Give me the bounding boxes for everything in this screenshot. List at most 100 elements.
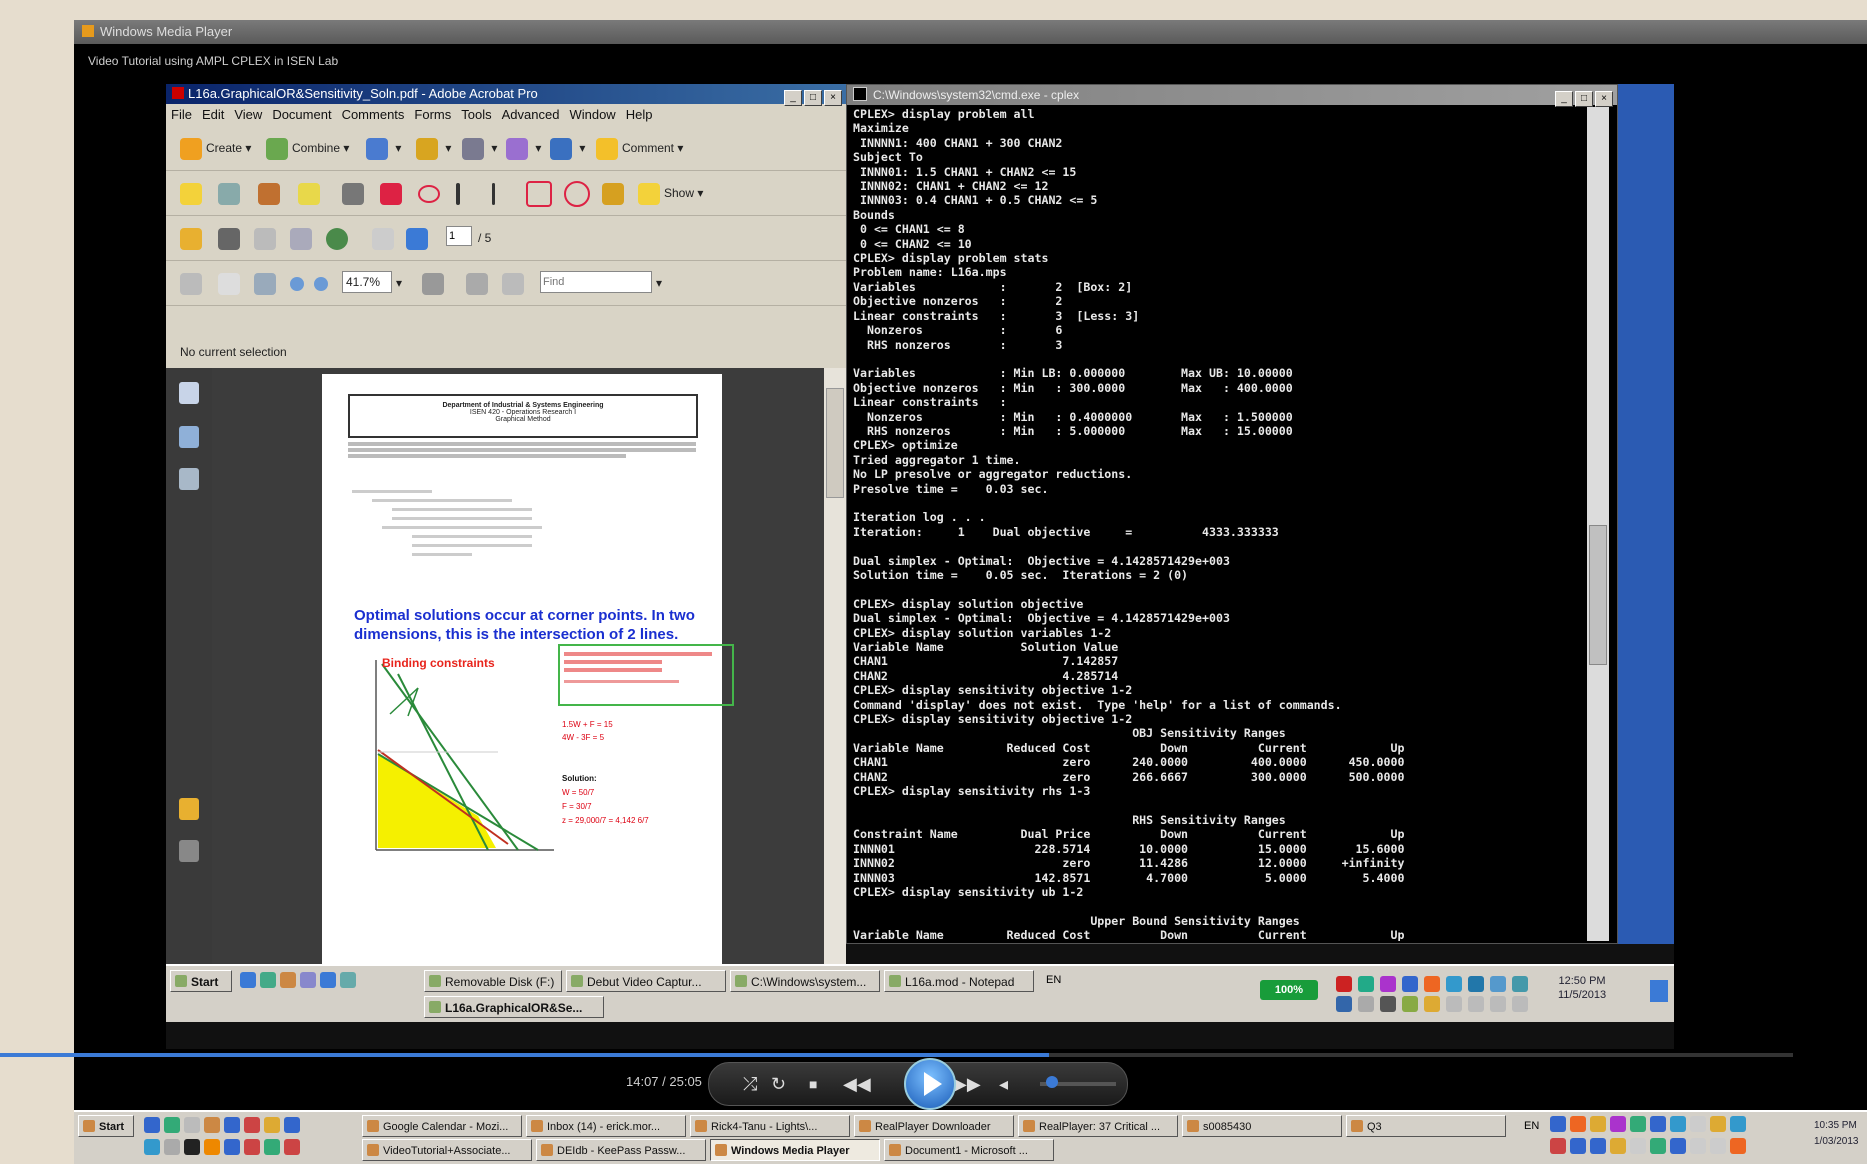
console-maximize-button[interactable]: □ <box>1575 91 1593 107</box>
zoom-dropdown-arrow[interactable]: ▾ <box>396 271 402 295</box>
rectangle-tool[interactable] <box>526 181 556 207</box>
recorded-clock[interactable]: 12:50 PM 11/5/2013 <box>1558 974 1606 1002</box>
tray-icon[interactable] <box>1670 1138 1686 1154</box>
tray-icon[interactable] <box>1446 976 1462 992</box>
tray-icon[interactable] <box>1690 1138 1706 1154</box>
zoom-out-button[interactable] <box>290 271 308 295</box>
tray-icon[interactable] <box>1590 1116 1606 1132</box>
hand-tool[interactable] <box>218 271 244 295</box>
tray-icon[interactable] <box>1570 1116 1586 1132</box>
forms-button[interactable]: ▾ <box>506 136 541 160</box>
quicklaunch-icon[interactable] <box>224 1139 240 1155</box>
tray-icon[interactable] <box>1446 996 1462 1012</box>
host-taskbar-button[interactable]: Document1 - Microsoft ... <box>884 1139 1054 1161</box>
quicklaunch-icon[interactable] <box>184 1117 200 1133</box>
quicklaunch-icon[interactable] <box>280 972 296 988</box>
line-tool[interactable] <box>492 181 499 205</box>
quicklaunch-icon[interactable] <box>204 1117 220 1133</box>
tray-icon[interactable] <box>1358 996 1374 1012</box>
cloud-tool[interactable] <box>564 181 594 207</box>
tray-icon[interactable] <box>1402 976 1418 992</box>
quicklaunch-icon[interactable] <box>260 972 276 988</box>
export-button[interactable]: ▾ <box>366 136 401 160</box>
tray-icon[interactable] <box>1512 996 1528 1012</box>
media-player-titlebar[interactable]: Windows Media Player <box>74 20 1867 44</box>
tray-icon[interactable] <box>1490 976 1506 992</box>
tray-icon[interactable] <box>1650 1116 1666 1132</box>
close-button[interactable]: × <box>824 90 842 106</box>
console-scrollbar[interactable] <box>1587 107 1609 941</box>
menu-advanced[interactable]: Advanced <box>502 107 560 122</box>
menu-comments[interactable]: Comments <box>342 107 405 122</box>
menu-file[interactable]: File <box>171 107 192 122</box>
menu-help[interactable]: Help <box>626 107 653 122</box>
quicklaunch-icon[interactable] <box>144 1117 160 1133</box>
signatures-panel-icon[interactable] <box>179 468 199 490</box>
host-taskbar-button[interactable]: Rick4-Tanu - Lights\... <box>690 1115 850 1137</box>
tray-icon[interactable] <box>1690 1116 1706 1132</box>
console-output[interactable]: CPLEX> display problem all Maximize INNN… <box>853 107 1583 941</box>
print-button[interactable] <box>218 226 244 250</box>
document-scrollbar[interactable] <box>824 368 846 969</box>
comments-panel-icon[interactable] <box>179 798 199 820</box>
host-taskbar-button[interactable]: VideoTutorial+Associate... <box>362 1139 532 1161</box>
fullscreen-button[interactable] <box>502 271 528 295</box>
host-language-indicator[interactable]: EN <box>1524 1120 1539 1132</box>
previous-icon[interactable]: ◀◀ <box>843 1073 871 1095</box>
command-prompt-titlebar[interactable]: C:\Windows\system32\cmd.exe - cplex _ □ × <box>847 85 1617 107</box>
menu-window[interactable]: Window <box>569 107 615 122</box>
attachments-panel-icon[interactable] <box>179 840 199 862</box>
maximize-button[interactable]: □ <box>804 90 822 106</box>
console-minimize-button[interactable]: _ <box>1555 91 1573 107</box>
menu-tools[interactable]: Tools <box>461 107 491 122</box>
sticky-note-tool[interactable] <box>180 181 206 205</box>
save-button[interactable] <box>254 226 280 250</box>
quicklaunch-icon[interactable] <box>244 1117 260 1133</box>
minimize-button[interactable]: _ <box>784 90 802 106</box>
menu-view[interactable]: View <box>234 107 262 122</box>
battery-indicator[interactable]: 100% <box>1260 980 1318 1000</box>
taskbar-button[interactable]: L16a.mod - Notepad <box>884 970 1034 992</box>
taskbar-button[interactable]: Debut Video Captur... <box>566 970 726 992</box>
scrolling-mode-button[interactable] <box>466 271 492 295</box>
host-taskbar-button[interactable]: Q3 <box>1346 1115 1506 1137</box>
console-scroll-thumb[interactable] <box>1589 525 1607 665</box>
page-number-input[interactable] <box>446 226 472 246</box>
acrobat-titlebar[interactable]: L16a.GraphicalOR&Sensitivity_Soln.pdf - … <box>166 84 846 106</box>
highlight-tool[interactable] <box>298 181 324 205</box>
tray-icon[interactable] <box>1402 996 1418 1012</box>
tray-icon[interactable] <box>1710 1138 1726 1154</box>
quicklaunch-icon[interactable] <box>204 1139 220 1155</box>
tray-icon[interactable] <box>1550 1138 1566 1154</box>
tray-icon[interactable] <box>1610 1116 1626 1132</box>
language-indicator[interactable]: EN <box>1046 974 1061 986</box>
textbox-tool[interactable] <box>380 181 406 205</box>
tray-icon[interactable] <box>1590 1138 1606 1154</box>
tray-icon[interactable] <box>1468 976 1484 992</box>
shuffle-icon[interactable]: ⤮ <box>743 1073 757 1095</box>
repeat-icon[interactable]: ↻ <box>771 1073 786 1095</box>
host-taskbar-button[interactable]: s0085430 <box>1182 1115 1342 1137</box>
next-page-button[interactable] <box>406 226 432 250</box>
tray-icon[interactable] <box>1610 1138 1626 1154</box>
host-taskbar-button[interactable]: Google Calendar - Mozi... <box>362 1115 522 1137</box>
quicklaunch-icon[interactable] <box>320 972 336 988</box>
select-tool[interactable] <box>180 271 206 295</box>
quicklaunch-icon[interactable] <box>224 1117 240 1133</box>
mute-icon[interactable]: ◂ <box>999 1073 1008 1095</box>
play-button[interactable] <box>904 1058 956 1110</box>
volume-knob[interactable] <box>1046 1076 1058 1088</box>
tray-icon[interactable] <box>1336 996 1352 1012</box>
bookmarks-panel-icon[interactable] <box>179 426 199 448</box>
open-button[interactable] <box>180 226 206 250</box>
multimedia-button[interactable]: ▾ <box>550 136 585 160</box>
previous-page-button[interactable] <box>372 226 398 250</box>
host-taskbar-button[interactable]: Inbox (14) - erick.mor... <box>526 1115 686 1137</box>
document-scroll-thumb[interactable] <box>826 388 844 498</box>
tray-icon[interactable] <box>1358 976 1374 992</box>
quicklaunch-icon[interactable] <box>184 1139 200 1155</box>
menu-forms[interactable]: Forms <box>414 107 451 122</box>
fit-width-button[interactable] <box>422 271 448 295</box>
tray-icon[interactable] <box>1380 976 1396 992</box>
show-desktop-icon[interactable] <box>1650 980 1668 1002</box>
